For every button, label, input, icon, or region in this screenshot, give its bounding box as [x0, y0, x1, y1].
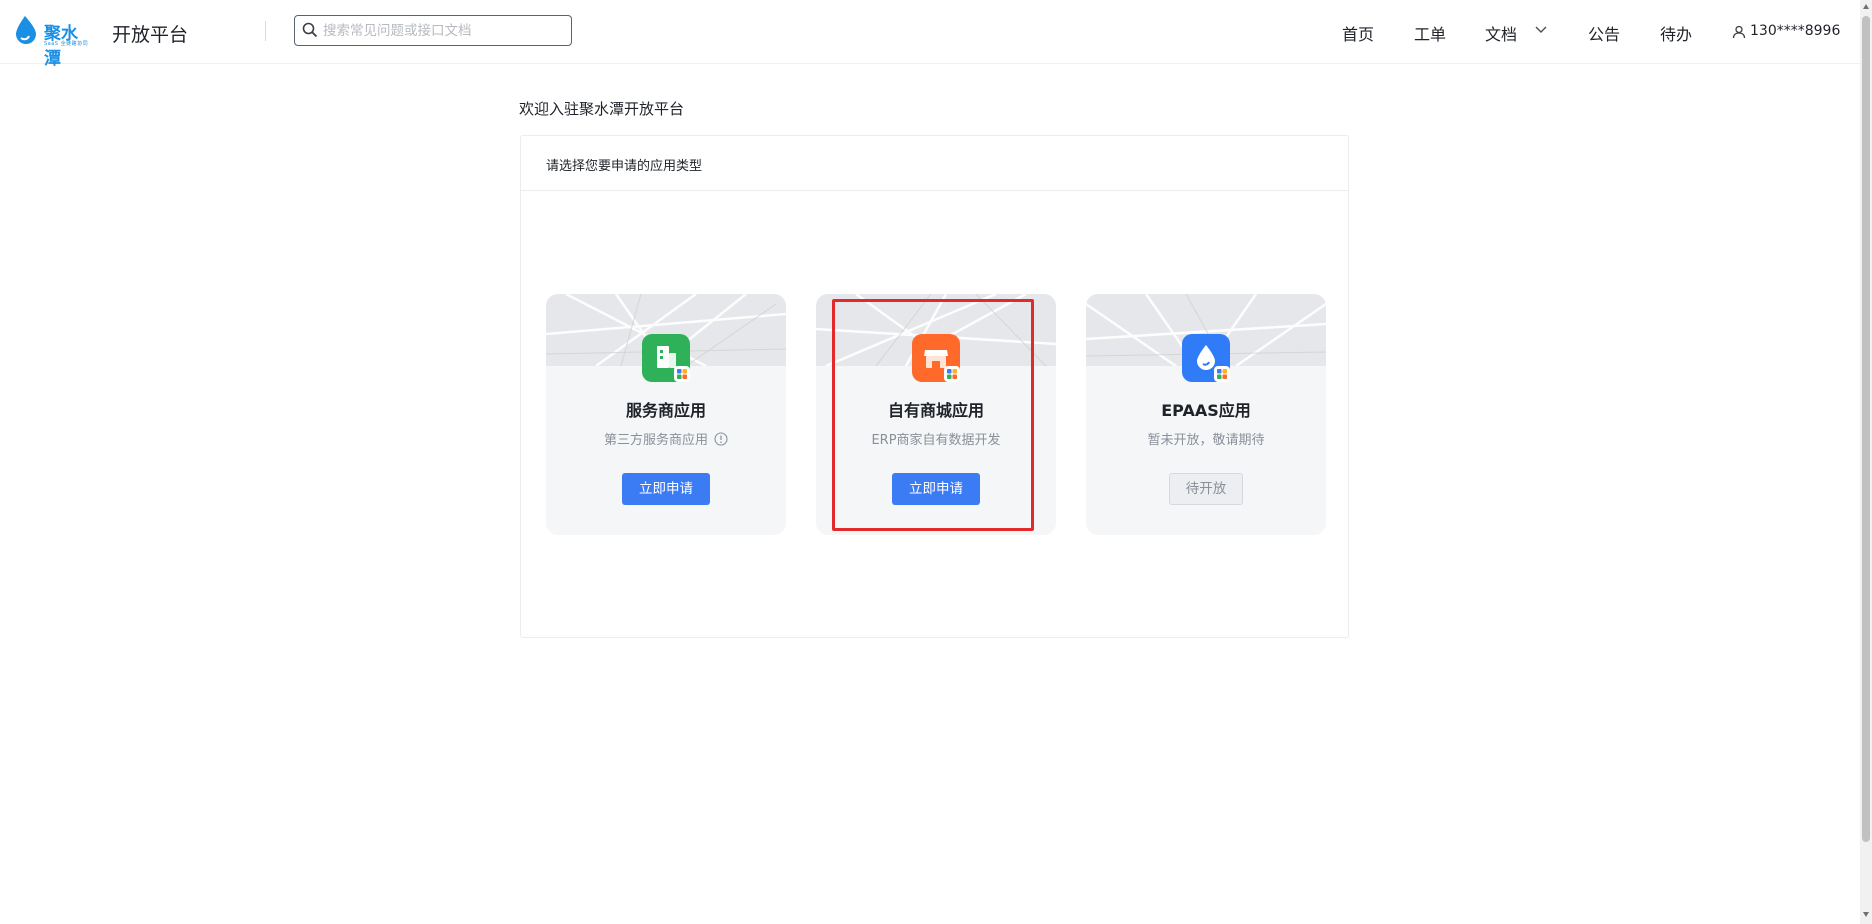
nav-todo[interactable]: 待办 [1660, 21, 1692, 45]
nav-announcements[interactable]: 公告 [1588, 21, 1620, 45]
header-divider [265, 21, 266, 41]
card-desc-container: 第三方服务商应用 [546, 429, 786, 448]
card-desc: 暂未开放，敬请期待 [1147, 433, 1265, 448]
nav-home[interactable]: 首页 [1342, 21, 1374, 45]
card-title: 服务商应用 [625, 401, 706, 420]
search-input[interactable] [321, 19, 565, 43]
water-drop-icon [1182, 334, 1230, 382]
top-header: 聚水潭 SaaS 全链路协同 开放平台 首页 工单 文档 公告 待办 130**… [0, 0, 1860, 69]
card-title: EPAAS应用 [1161, 401, 1251, 420]
search-box[interactable] [294, 15, 572, 46]
info-icon[interactable] [714, 432, 728, 446]
card-epaas-app: EPAAS应用 暂未开放，敬请期待 待开放 [1086, 294, 1326, 535]
logo[interactable]: 聚水潭 SaaS 全链路协同 [14, 14, 94, 69]
card-service-provider-app: 服务商应用 第三方服务商应用 立即申请 [546, 294, 786, 535]
scrollbar[interactable] [1860, 0, 1872, 924]
user-icon [1732, 25, 1746, 39]
panel-title: 请选择您要申请的应用类型 [546, 159, 703, 174]
card-desc: 第三方服务商应用 [603, 433, 708, 448]
coming-soon-button: 待开放 [1169, 473, 1243, 505]
nav-docs[interactable]: 文档 [1485, 21, 1517, 45]
user-phone: 130****8996 [1750, 23, 1841, 39]
welcome-title: 欢迎入驻聚水潭开放平台 [519, 100, 685, 118]
platform-title: 开放平台 [112, 24, 189, 46]
chevron-down-icon[interactable] [1535, 25, 1547, 35]
building-icon [642, 334, 690, 382]
highlight-box [832, 299, 1034, 531]
search-icon [302, 22, 318, 38]
logo-subtext: SaaS 全链路协同 [44, 41, 89, 47]
apply-button[interactable]: 立即申请 [622, 473, 710, 505]
scroll-up-arrow-icon[interactable] [1863, 4, 1869, 9]
panel-header: 请选择您要申请的应用类型 [521, 136, 1348, 191]
water-drop-logo-icon [16, 16, 36, 44]
app-badge-icon [674, 366, 690, 382]
scrollbar-thumb[interactable] [1862, 16, 1870, 842]
scroll-down-arrow-icon[interactable] [1863, 912, 1869, 917]
app-badge-icon [1214, 366, 1230, 382]
nav-tickets[interactable]: 工单 [1414, 21, 1446, 45]
